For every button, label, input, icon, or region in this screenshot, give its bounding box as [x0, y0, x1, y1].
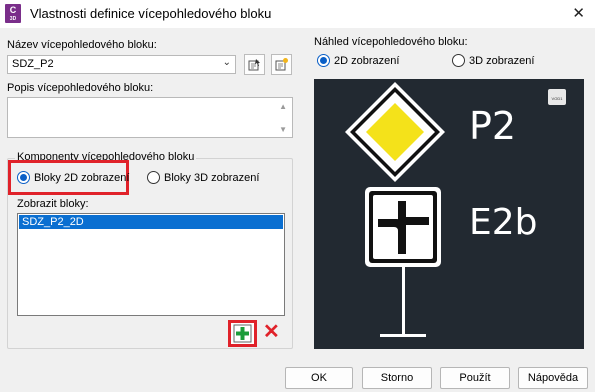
show-blocks-label: Zobrazit bloky:: [17, 198, 89, 210]
sign-pole: [402, 267, 405, 335]
scroll-down-icon[interactable]: ▼: [279, 125, 287, 134]
radio-unselected-indicator: [452, 54, 465, 67]
radio-blocks-2d-label: Bloky 2D zobrazení: [34, 171, 130, 184]
description-label: Popis vícepohledového bloku:: [7, 82, 154, 94]
preview-label: Náhled vícepohledového bloku:: [314, 36, 468, 48]
radio-blocks-3d[interactable]: Bloky 3D zobrazení: [147, 171, 259, 184]
new-block-button[interactable]: [271, 54, 292, 75]
radio-selected-indicator: [317, 54, 330, 67]
radio-blocks-3d-label: Bloky 3D zobrazení: [164, 171, 260, 184]
ok-button[interactable]: OK: [285, 367, 353, 389]
block-select-icon: [248, 59, 260, 71]
select-block-button[interactable]: [244, 54, 265, 75]
traffic-sign-preview: VOD1 P2 E2b: [345, 82, 566, 337]
title-bar: C 3D Vlastnosti definice vícepohledového …: [0, 0, 595, 28]
sign-label-p2: P2: [469, 104, 516, 148]
app-icon: C 3D: [5, 4, 21, 23]
block-name-combobox[interactable]: SDZ_P2 ⌄: [7, 55, 236, 74]
block-preview-viewport[interactable]: VOD1 P2 E2b: [314, 79, 584, 349]
add-block-button[interactable]: [228, 320, 257, 347]
delete-block-button[interactable]: ✕: [263, 322, 280, 342]
window-title: Vlastnosti definice vícepohledového blok…: [30, 6, 272, 21]
description-textarea[interactable]: ▲ ▼: [7, 97, 293, 138]
scroll-up-icon[interactable]: ▲: [279, 102, 287, 111]
apply-button[interactable]: Použít: [440, 367, 510, 389]
view-cube-label: VOD1: [552, 96, 564, 101]
sign-label-e2b: E2b: [469, 202, 538, 243]
close-icon[interactable]: ✕: [572, 4, 585, 22]
sign-pole-base: [380, 334, 426, 337]
name-label: Název vícepohledového bloku:: [7, 39, 157, 51]
block-name-value: SDZ_P2: [12, 58, 54, 70]
radio-unselected-indicator: [147, 171, 160, 184]
cancel-button[interactable]: Storno: [362, 367, 432, 389]
radio-selected-indicator: [17, 171, 30, 184]
add-plus-icon: [233, 324, 252, 343]
radio-preview-3d-label: 3D zobrazení: [469, 54, 535, 67]
radio-preview-2d[interactable]: 2D zobrazení: [317, 54, 399, 67]
radio-preview-3d[interactable]: 3D zobrazení: [452, 54, 534, 67]
blocks-listbox[interactable]: SDZ_P2_2D: [17, 213, 285, 316]
radio-preview-2d-label: 2D zobrazení: [334, 54, 400, 67]
list-item[interactable]: SDZ_P2_2D: [19, 215, 283, 229]
block-new-icon: [275, 58, 288, 71]
chevron-down-icon[interactable]: ⌄: [223, 57, 231, 68]
radio-blocks-2d[interactable]: Bloky 2D zobrazení: [17, 171, 129, 184]
help-button[interactable]: Nápověda: [518, 367, 588, 389]
